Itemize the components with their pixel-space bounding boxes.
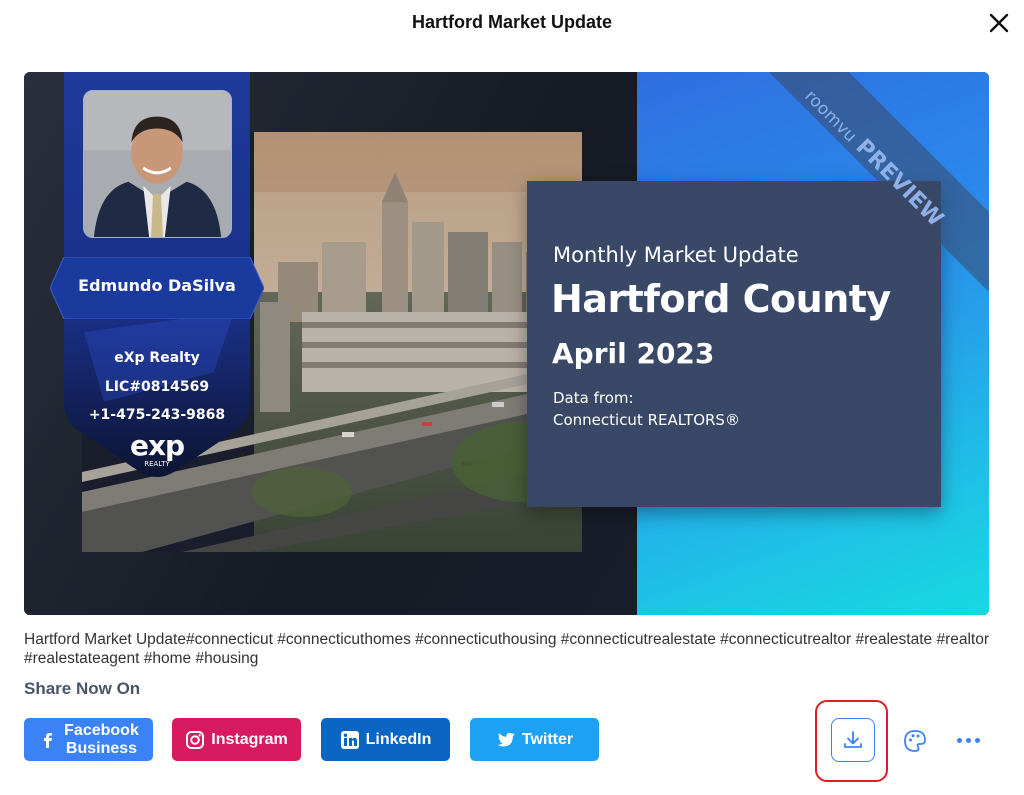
customize-palette-button[interactable] (902, 728, 928, 754)
palette-icon (904, 730, 926, 752)
facebook-button-label: Facebook Business (64, 722, 139, 758)
agent-details: eXp Realty LIC#0814569 +1-475-243-9868 (64, 344, 250, 430)
facebook-label-line2: Business (65, 739, 138, 757)
close-button[interactable] (986, 10, 1012, 36)
share-linkedin-button[interactable]: LinkedIn (321, 718, 450, 761)
agent-name: Edmundo DaSilva (78, 276, 236, 295)
more-horizontal-icon (965, 737, 971, 743)
card-source: Connecticut REALTORS® (553, 411, 740, 429)
instagram-icon (185, 730, 205, 750)
linkedin-button-label: LinkedIn (365, 730, 432, 748)
agent-company: eXp Realty (114, 350, 200, 366)
modal-title: Hartford Market Update (411, 12, 613, 32)
download-button[interactable] (831, 718, 875, 762)
logo-text: exp (130, 429, 184, 462)
download-icon (844, 731, 862, 748)
video-preview[interactable]: Edmundo DaSilva eXp Realty LIC#0814569 +… (24, 72, 989, 615)
market-info-card: Monthly Market Update Hartford County Ap… (527, 181, 941, 507)
facebook-label-line1: Facebook (64, 721, 139, 739)
share-label: Share Now On (24, 679, 141, 698)
twitter-icon (496, 730, 516, 750)
close-icon (989, 13, 1009, 33)
agent-ribbon: Edmundo DaSilva eXp Realty LIC#0814569 +… (50, 72, 264, 480)
post-caption: Hartford Market Update#connecticut #conn… (24, 631, 990, 667)
card-date: April 2023 (552, 337, 715, 370)
card-title: Hartford County (551, 277, 891, 321)
facebook-icon (38, 730, 58, 750)
linkedin-icon (340, 730, 360, 750)
card-subtitle: Monthly Market Update (553, 243, 799, 267)
agent-license: LIC#0814569 (104, 378, 210, 395)
more-horizontal-icon (974, 737, 980, 743)
share-facebook-business-button[interactable]: Facebook Business (24, 718, 153, 761)
exp-realty-logo: exp REALTY (124, 429, 190, 469)
twitter-button-label: Twitter (521, 730, 574, 748)
agent-phone: +1-475-243-9868 (88, 407, 226, 423)
more-horizontal-icon (956, 737, 962, 743)
share-twitter-button[interactable]: Twitter (470, 718, 599, 761)
logo-subtext: REALTY (144, 460, 170, 468)
more-options-button[interactable] (953, 728, 983, 752)
instagram-button-label: Instagram (211, 730, 288, 748)
share-instagram-button[interactable]: Instagram (172, 718, 301, 761)
agent-photo (83, 90, 232, 238)
share-modal: Hartford Market Update Edmundo DaSilva e… (0, 0, 1024, 795)
card-source-label: Data from: (553, 389, 634, 407)
